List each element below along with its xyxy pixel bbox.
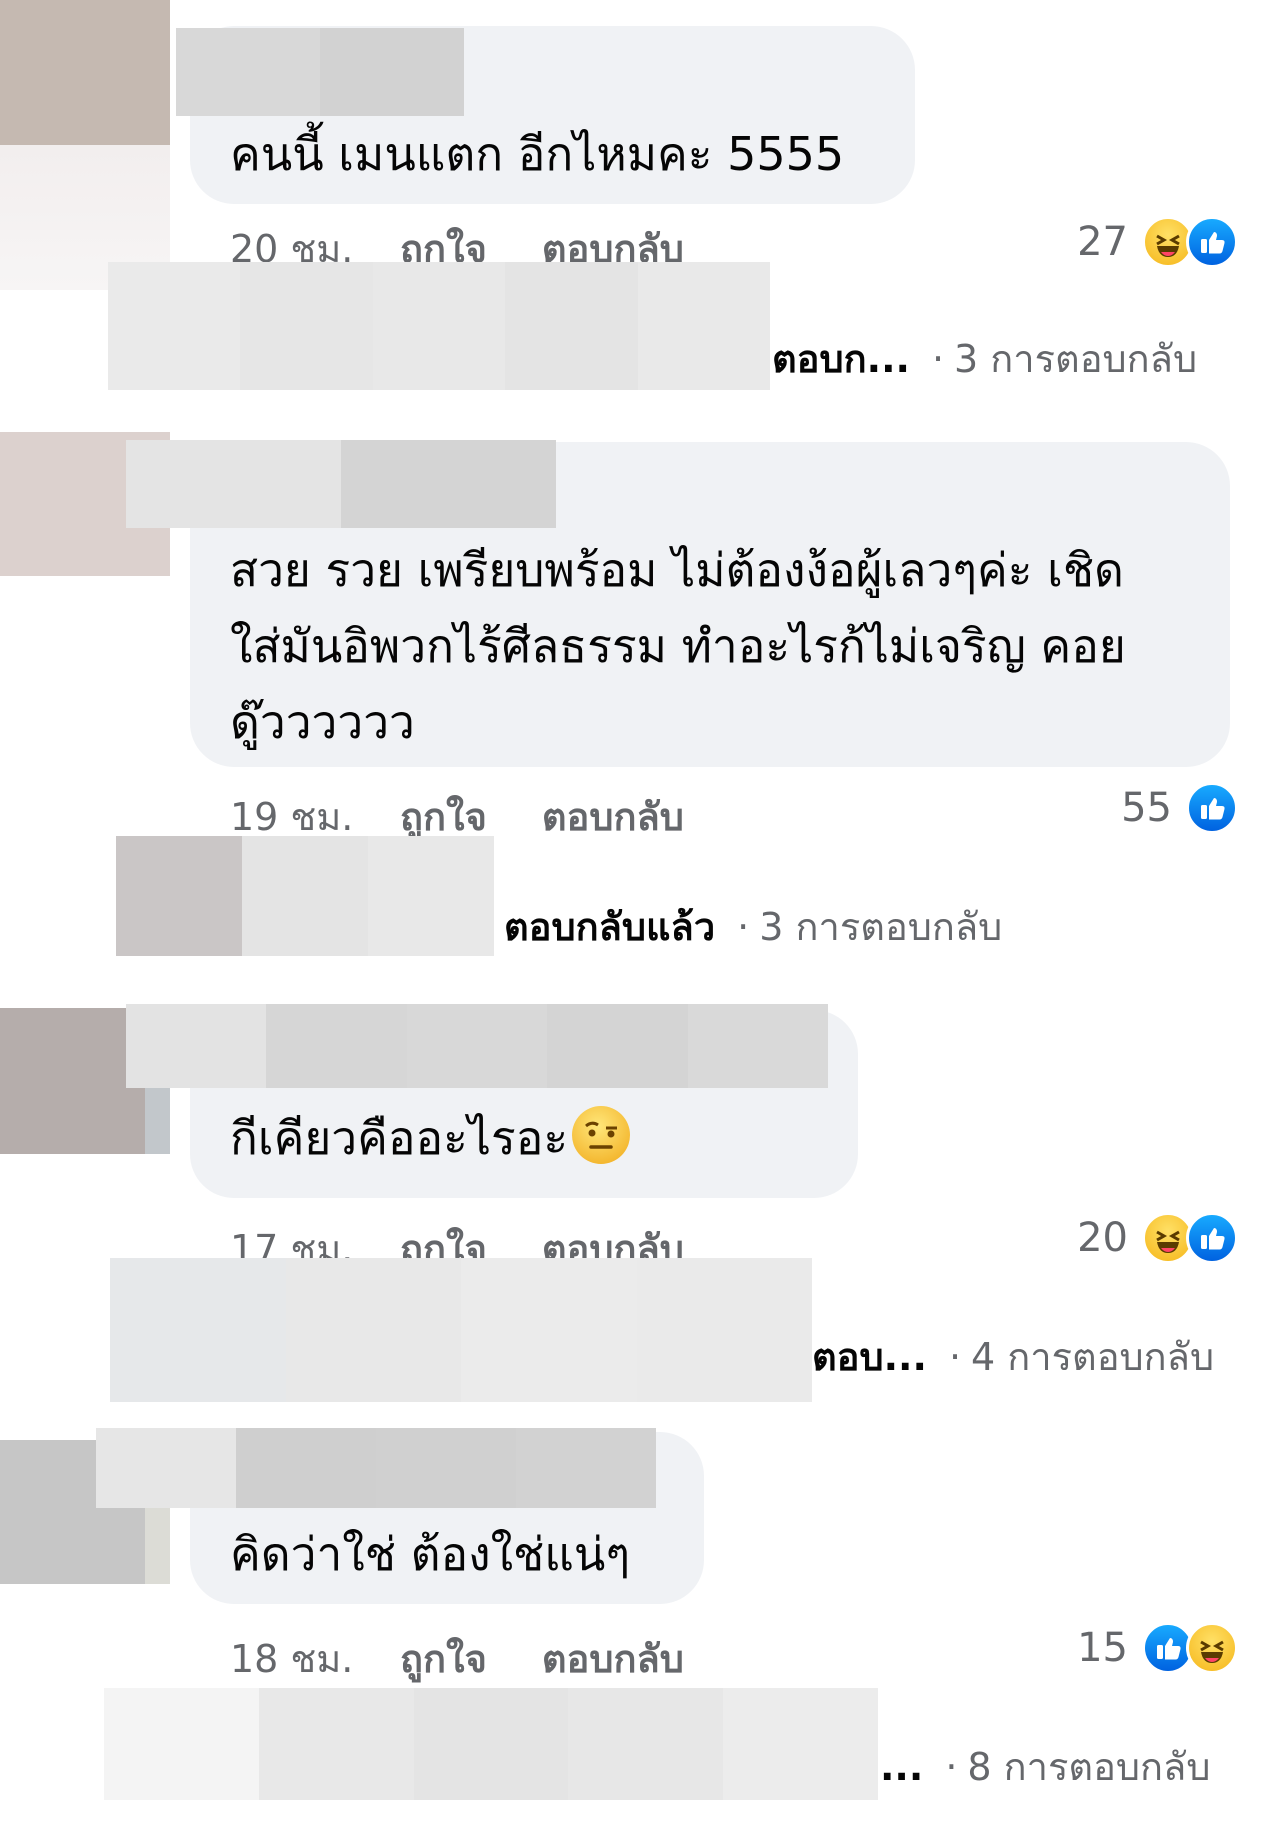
reply-count: 8 การตอบกลับ [967, 1745, 1211, 1789]
blurred-username [176, 28, 464, 116]
view-replies[interactable]: ตอบกลับแล้ว · 3 การตอบกลับ [504, 896, 1002, 957]
reply-preview: ตอบ... [812, 1335, 927, 1379]
blurred-reply-avatar [108, 262, 770, 390]
comment-text: คนนี้ เมนแตก อีกไหมคะ 5555 [230, 127, 845, 181]
view-replies[interactable]: ... · 8 การตอบกลับ [880, 1736, 1210, 1797]
reply-link[interactable]: ตอบกลับ [542, 786, 684, 847]
comment-text: กีเคียวคืออะไรอะ [230, 1100, 631, 1176]
blurred-reply-avatar [110, 1258, 812, 1402]
blurred-username [126, 440, 556, 528]
blurred-reply-avatar [104, 1688, 878, 1800]
reply-link[interactable]: ตอบกลับ [542, 1628, 684, 1689]
comment-text-line: ใส่มันอิพวกไร้ศีลธรรม ทำอะไรก้ไม่เจริญ ค… [230, 619, 1126, 673]
reaction-count: 27 [1077, 219, 1128, 265]
comment-text: คิดว่าใช่ ต้องใช่แน่ๆ [230, 1527, 631, 1581]
reply-preview: ... [880, 1745, 924, 1789]
comment-text-line: สวย รวย เพรียบพร้อม ไม่ต้องง้อผู้เลวๆค่ะ… [230, 543, 1124, 597]
reply-preview: ตอบก... [772, 337, 910, 381]
like-link[interactable]: ถูกใจ [400, 1628, 487, 1689]
reply-count: 3 การตอบกลับ [759, 905, 1003, 949]
like-icon [1186, 782, 1238, 834]
like-icon [1186, 1212, 1238, 1264]
reaction-count: 20 [1077, 1215, 1128, 1261]
reaction-summary[interactable]: 27 [1077, 216, 1238, 268]
reaction-summary[interactable]: 55 [1121, 782, 1238, 834]
comment-text-line: ดู๊วววววว [230, 695, 415, 749]
reply-count: 3 การตอบกลับ [954, 337, 1198, 381]
like-icon [1186, 216, 1238, 268]
comment-time: 18 ชม. [230, 1637, 354, 1681]
reply-count: 4 การตอบกลับ [971, 1335, 1215, 1379]
comment-meta: 18 ชม. ถูกใจ ตอบกลับ [230, 1628, 739, 1689]
raised-eyebrow-emoji [572, 1106, 631, 1164]
avatar[interactable] [0, 0, 170, 290]
reaction-summary[interactable]: 20 [1077, 1212, 1238, 1264]
reply-preview: ตอบกลับแล้ว [504, 905, 716, 949]
reaction-summary[interactable]: 15 [1077, 1622, 1238, 1674]
blurred-reply-avatar [116, 836, 494, 956]
haha-icon [1186, 1622, 1238, 1674]
reaction-count: 15 [1077, 1625, 1128, 1671]
blurred-username [126, 1004, 828, 1088]
blurred-username [96, 1428, 656, 1508]
view-replies[interactable]: ตอบก... · 3 การตอบกลับ [772, 328, 1197, 389]
view-replies[interactable]: ตอบ... · 4 การตอบกลับ [812, 1326, 1214, 1387]
reaction-count: 55 [1121, 785, 1172, 831]
